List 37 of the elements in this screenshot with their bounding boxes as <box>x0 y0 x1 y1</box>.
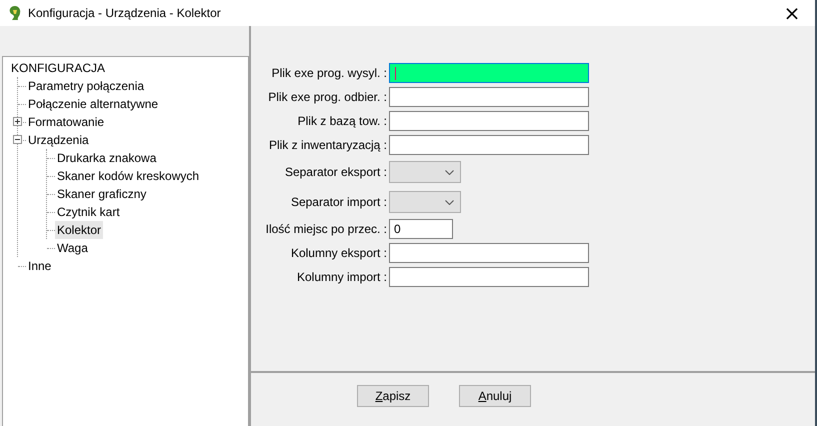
tree-item[interactable]: Formatowanie <box>26 113 106 131</box>
dialog-button[interactable]: Anuluj <box>459 385 531 407</box>
tree-item[interactable]: KONFIGURACJA <box>9 59 108 77</box>
field-label: Plik z inwentaryzacją : <box>268 138 387 152</box>
chevron-down-icon <box>445 170 454 174</box>
field-label: Kolumny import : <box>296 270 387 284</box>
field-label: Plik z bazą tow. : <box>296 114 387 128</box>
field-label: Separator import : <box>290 195 387 209</box>
input-field[interactable] <box>389 87 589 107</box>
input-field[interactable] <box>389 135 589 155</box>
close-button[interactable]: × <box>769 0 815 26</box>
field-label: Plik exe prog. wysyl. : <box>270 66 387 80</box>
field-label: Ilość miejsc po przec. : <box>264 222 387 236</box>
chevron-down-icon <box>445 200 454 204</box>
collapse-icon[interactable] <box>13 135 22 144</box>
tree-item[interactable]: Połączenie alternatywne <box>26 95 160 113</box>
window-title: Konfiguracja - Urządzenia - Kolektor <box>28 6 221 20</box>
tree-item[interactable]: Parametry połączenia <box>26 77 146 95</box>
tree-item[interactable]: Waga <box>55 239 90 257</box>
tree-item[interactable]: Urządzenia <box>26 131 91 149</box>
tree-item[interactable]: Drukarka znakowa <box>55 149 158 167</box>
tree-item[interactable]: Czytnik kart <box>55 203 122 221</box>
input-field[interactable]: 0 <box>389 219 453 239</box>
tree-item[interactable]: Kolektor <box>55 221 104 239</box>
field-label: Kolumny eksport : <box>290 246 387 260</box>
tree-item[interactable]: Skaner graficzny <box>55 185 148 203</box>
field-label: Plik exe prog. odbier. : <box>267 90 387 104</box>
input-field[interactable] <box>389 111 589 131</box>
tree-item[interactable]: Skaner kodów kreskowych <box>55 167 202 185</box>
dialog-button[interactable]: Zapisz <box>357 385 429 407</box>
app-icon <box>8 5 22 21</box>
field-label: Separator eksport : <box>284 165 387 179</box>
input-field[interactable] <box>389 267 589 287</box>
input-field[interactable] <box>389 63 589 83</box>
input-field[interactable] <box>389 243 589 263</box>
tree-item[interactable]: Inne <box>26 257 54 275</box>
expand-icon[interactable] <box>13 117 22 126</box>
